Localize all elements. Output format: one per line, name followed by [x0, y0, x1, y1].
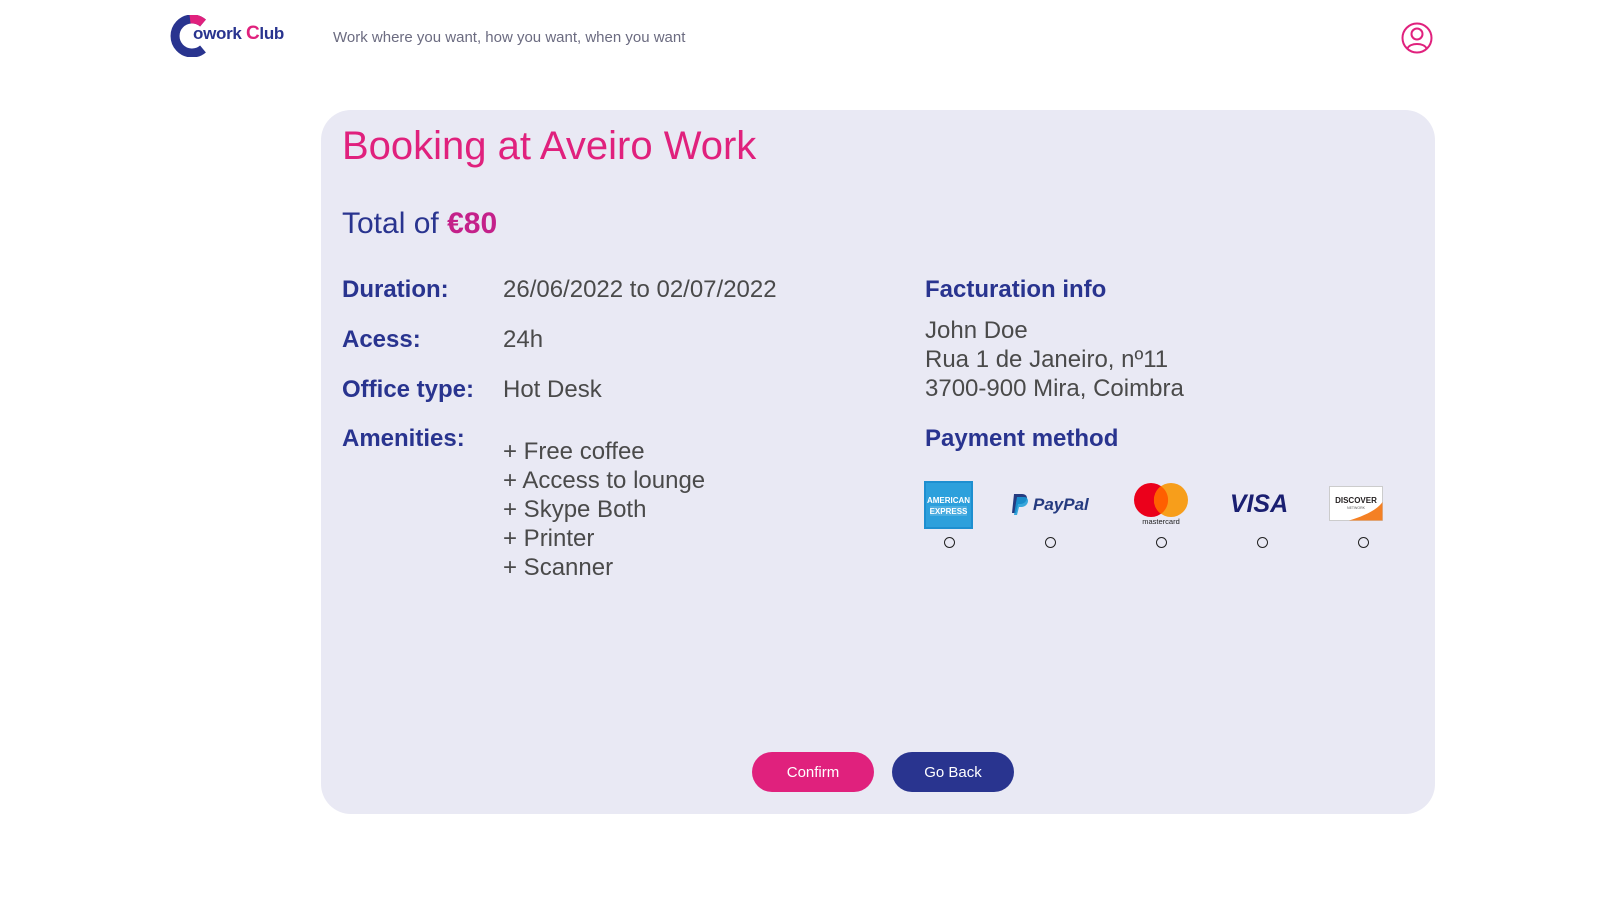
office-type-value: Hot Desk — [503, 376, 602, 403]
amenities-label: Amenities: — [342, 425, 465, 452]
duration-label: Duration: — [342, 276, 449, 303]
visa-logo[interactable]: VISA — [1228, 490, 1290, 518]
payment-method-title: Payment method — [925, 425, 1119, 452]
amenities-list: + Free coffee + Access to lounge + Skype… — [503, 437, 705, 582]
mastercard-text: mastercard — [1142, 517, 1180, 526]
booking-title: Booking at Aveiro Work — [342, 124, 757, 168]
access-label: Acess: — [342, 326, 421, 353]
paypal-logo[interactable]: PayPal — [1011, 491, 1095, 517]
radio-visa[interactable] — [1257, 537, 1268, 548]
amex-text-line1: AMERICAN — [927, 496, 970, 505]
duration-value: 26/06/2022 to 02/07/2022 — [503, 276, 777, 303]
amex-text-line2: EXPRESS — [930, 507, 968, 516]
billing-city: 3700-900 Mira, Coimbra — [925, 375, 1184, 402]
discover-text: DISCOVER — [1335, 496, 1377, 505]
logo-wordmark: Cowork Club — [192, 23, 284, 44]
radio-paypal[interactable] — [1045, 537, 1056, 548]
amenity-item: + Scanner — [503, 554, 614, 581]
radio-discover[interactable] — [1358, 537, 1369, 548]
facturation-address: John Doe Rua 1 de Janeiro, nº11 3700-900… — [925, 316, 1184, 403]
amenity-item: + Printer — [503, 525, 595, 552]
radio-mastercard[interactable] — [1156, 537, 1167, 548]
amenity-item: + Access to lounge — [503, 467, 706, 494]
total-prefix: Total of — [342, 207, 439, 240]
billing-name: John Doe — [925, 317, 1028, 344]
app-header: Cowork Club Work where you want, how you… — [0, 0, 1601, 80]
amenity-item: + Free coffee — [503, 438, 645, 465]
radio-amex[interactable] — [944, 537, 955, 548]
discover-logo[interactable]: DISCOVER NETWORK — [1329, 486, 1383, 521]
user-account-icon[interactable] — [1401, 22, 1433, 54]
total-amount: €80 — [447, 207, 498, 240]
office-type-label: Office type: — [342, 376, 475, 403]
amex-logo[interactable]: AMERICAN EXPRESS — [924, 481, 973, 529]
confirm-button[interactable]: Confirm — [752, 752, 874, 792]
go-back-button[interactable]: Go Back — [892, 752, 1014, 792]
billing-street: Rua 1 de Janeiro, nº11 — [925, 346, 1169, 373]
mastercard-logo[interactable]: mastercard — [1132, 480, 1190, 526]
amenity-item: + Skype Both — [503, 496, 647, 523]
cowork-club-logo[interactable]: Cowork Club — [169, 14, 299, 58]
access-value: 24h — [503, 326, 544, 353]
booking-card: Booking at Aveiro Work Total of €80 Dura… — [321, 110, 1435, 814]
booking-total: Total of €80 — [342, 207, 497, 241]
visa-text: VISA — [1230, 490, 1288, 518]
tagline: Work where you want, how you want, when … — [333, 29, 686, 46]
discover-subtext: NETWORK — [1347, 506, 1366, 510]
facturation-title: Facturation info — [925, 276, 1107, 303]
paypal-text: PayPal — [1033, 495, 1090, 514]
